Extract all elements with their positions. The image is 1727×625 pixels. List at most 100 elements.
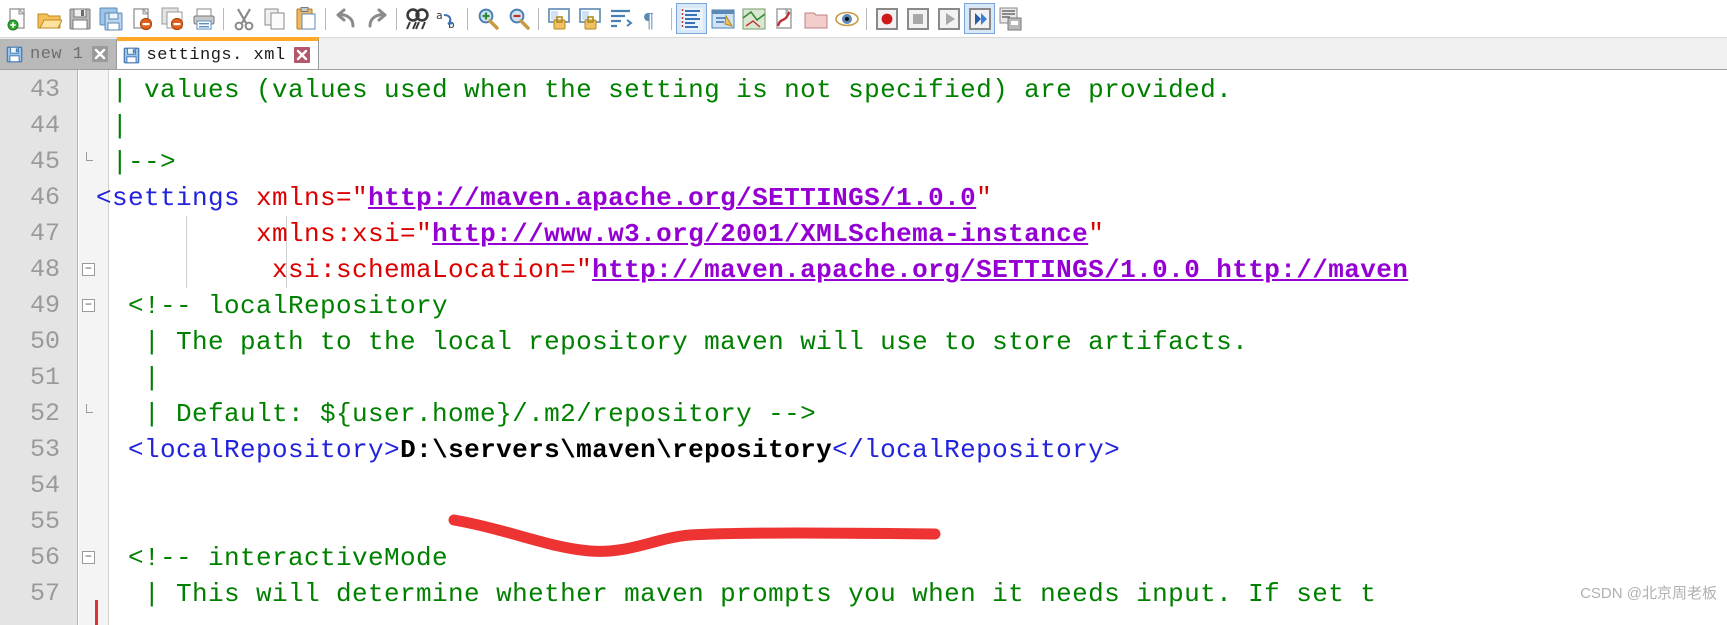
svg-text:a: a <box>436 9 443 22</box>
fold-end-marker <box>86 404 93 413</box>
run-macro-multiple-icon[interactable] <box>964 3 995 34</box>
indent-guide-icon[interactable] <box>676 3 707 34</box>
close-all-icon[interactable] <box>157 3 188 34</box>
token-cmt: <!-- interactiveMode <box>96 543 449 573</box>
tab-close-icon[interactable] <box>293 47 310 63</box>
code-line[interactable]: 54 <box>0 468 1727 504</box>
token-cmt: | This will determine whether maven prom… <box>96 579 1377 609</box>
code-text[interactable]: | The path to the local repository maven… <box>96 324 1248 360</box>
line-number: 48 <box>29 255 60 284</box>
toolbar-separator <box>866 7 867 30</box>
code-line[interactable]: 52 | Default: ${user.home}/.m2/repositor… <box>0 396 1727 432</box>
floppy-disk-icon <box>6 46 23 63</box>
token-cmt: |--> <box>96 147 177 177</box>
line-number: 47 <box>29 219 60 248</box>
folder-as-workspace-icon[interactable] <box>800 3 831 34</box>
code-text[interactable]: | values (values used when the setting i… <box>96 72 1232 108</box>
word-wrap-icon[interactable] <box>605 3 636 34</box>
floppy-disk-icon <box>123 47 140 64</box>
code-text[interactable]: | Default: ${user.home}/.m2/repository -… <box>96 396 816 432</box>
code-text[interactable]: <!-- interactiveMode <box>96 540 448 576</box>
close-file-icon[interactable] <box>126 3 157 34</box>
token-quote: " <box>416 219 433 249</box>
token-cmt: | values (values used when the setting i… <box>96 75 1233 105</box>
line-number: 52 <box>29 399 60 428</box>
editor-area[interactable]: 43 | values (values used when the settin… <box>0 70 1727 625</box>
sync-vertical-scroll-icon[interactable] <box>543 3 574 34</box>
function-list-icon[interactable] <box>769 3 800 34</box>
token-url: http://maven.apache.org/SETTINGS/1.0.0 h… <box>592 255 1409 285</box>
monitoring-icon[interactable] <box>831 3 862 34</box>
code-text[interactable]: |--> <box>96 144 176 180</box>
tab-label: settings. xml <box>146 45 286 65</box>
cut-icon[interactable] <box>228 3 259 34</box>
code-text[interactable]: <localRepository>D:\servers\maven\reposi… <box>96 432 1120 468</box>
tab-close-icon[interactable] <box>91 46 108 62</box>
line-number: 57 <box>29 579 60 608</box>
line-number: 49 <box>29 291 60 320</box>
code-text[interactable]: <!-- localRepository <box>96 288 448 324</box>
code-line[interactable]: 45 |--> <box>0 144 1727 180</box>
code-line[interactable]: 56 − <!-- interactiveMode <box>0 540 1727 576</box>
token-cmt: <!-- localRepository <box>96 291 449 321</box>
code-line[interactable]: 46 <settings xmlns="http://maven.apache.o… <box>0 180 1727 216</box>
document-map-icon[interactable] <box>738 3 769 34</box>
code-line[interactable]: 44 | <box>0 108 1727 144</box>
code-line[interactable]: 57 | This will determine whether maven p… <box>0 576 1727 612</box>
toolbar: a b ¶ <box>0 0 1727 38</box>
stop-macro-icon[interactable] <box>902 3 933 34</box>
token-cmt: | The path to the local repository maven… <box>96 327 1249 357</box>
zoom-in-icon[interactable] <box>472 3 503 34</box>
line-number: 56 <box>29 543 60 572</box>
toolbar-separator <box>223 7 224 30</box>
sync-horizontal-scroll-icon[interactable] <box>574 3 605 34</box>
tab-new-1[interactable]: new 1 <box>0 39 117 69</box>
show-all-characters-icon[interactable]: ¶ <box>636 3 667 34</box>
fold-toggle-icon[interactable]: − <box>82 263 95 276</box>
print-icon[interactable] <box>188 3 219 34</box>
code-line[interactable]: 53 <localRepository>D:\servers\maven\rep… <box>0 432 1727 468</box>
paste-icon[interactable] <box>290 3 321 34</box>
code-line[interactable]: 49 − <!-- localRepository <box>0 288 1727 324</box>
redo-icon[interactable] <box>361 3 392 34</box>
token-quote: " <box>576 255 593 285</box>
find-icon[interactable] <box>401 3 432 34</box>
code-text[interactable]: xsi:schemaLocation="http://maven.apache.… <box>96 252 1408 288</box>
fold-toggle-icon[interactable]: − <box>82 299 95 312</box>
code-text[interactable]: xmlns:xsi="http://www.w3.org/2001/XMLSch… <box>96 216 1104 252</box>
new-file-icon[interactable] <box>2 3 33 34</box>
code-text[interactable]: <settings xmlns="http://maven.apache.org… <box>96 180 992 216</box>
code-line[interactable]: 51 | <box>0 360 1727 396</box>
code-line[interactable]: 55 <box>0 504 1727 540</box>
user-defined-language-icon[interactable] <box>707 3 738 34</box>
line-number: 46 <box>29 183 60 212</box>
record-macro-icon[interactable] <box>871 3 902 34</box>
code-line[interactable]: 47 xmlns:xsi="http://www.w3.org/2001/XML… <box>0 216 1727 252</box>
svg-text:¶: ¶ <box>644 8 654 32</box>
replace-icon[interactable]: ab <box>432 3 463 34</box>
line-number: 54 <box>29 471 60 500</box>
token-tag: </localRepository> <box>832 435 1121 465</box>
toolbar-separator <box>538 7 539 30</box>
copy-icon[interactable] <box>259 3 290 34</box>
zoom-out-icon[interactable] <box>503 3 534 34</box>
open-file-icon[interactable] <box>33 3 64 34</box>
toolbar-separator <box>396 7 397 30</box>
token-attr: xsi:schemaLocation= <box>96 255 577 285</box>
csdn-watermark: CSDN @北京周老板 <box>1580 585 1717 602</box>
code-line[interactable]: 50 | The path to the local repository ma… <box>0 324 1727 360</box>
code-line[interactable]: 48 − xsi:schemaLocation="http://maven.apa… <box>0 252 1727 288</box>
undo-icon[interactable] <box>330 3 361 34</box>
code-text[interactable]: | This will determine whether maven prom… <box>96 576 1376 612</box>
code-line[interactable]: 43 | values (values used when the settin… <box>0 72 1727 108</box>
code-text[interactable]: | <box>96 360 160 396</box>
tab-settings-xml[interactable]: settings. xml <box>116 37 319 69</box>
token-cmt: | Default: ${user.home}/.m2/repository -… <box>96 399 817 429</box>
play-macro-icon[interactable] <box>933 3 964 34</box>
line-number: 55 <box>29 507 60 536</box>
save-all-icon[interactable] <box>95 3 126 34</box>
code-text[interactable]: | <box>96 108 128 144</box>
save-macro-icon[interactable] <box>995 3 1026 34</box>
fold-toggle-icon[interactable]: − <box>82 551 95 564</box>
save-icon[interactable] <box>64 3 95 34</box>
